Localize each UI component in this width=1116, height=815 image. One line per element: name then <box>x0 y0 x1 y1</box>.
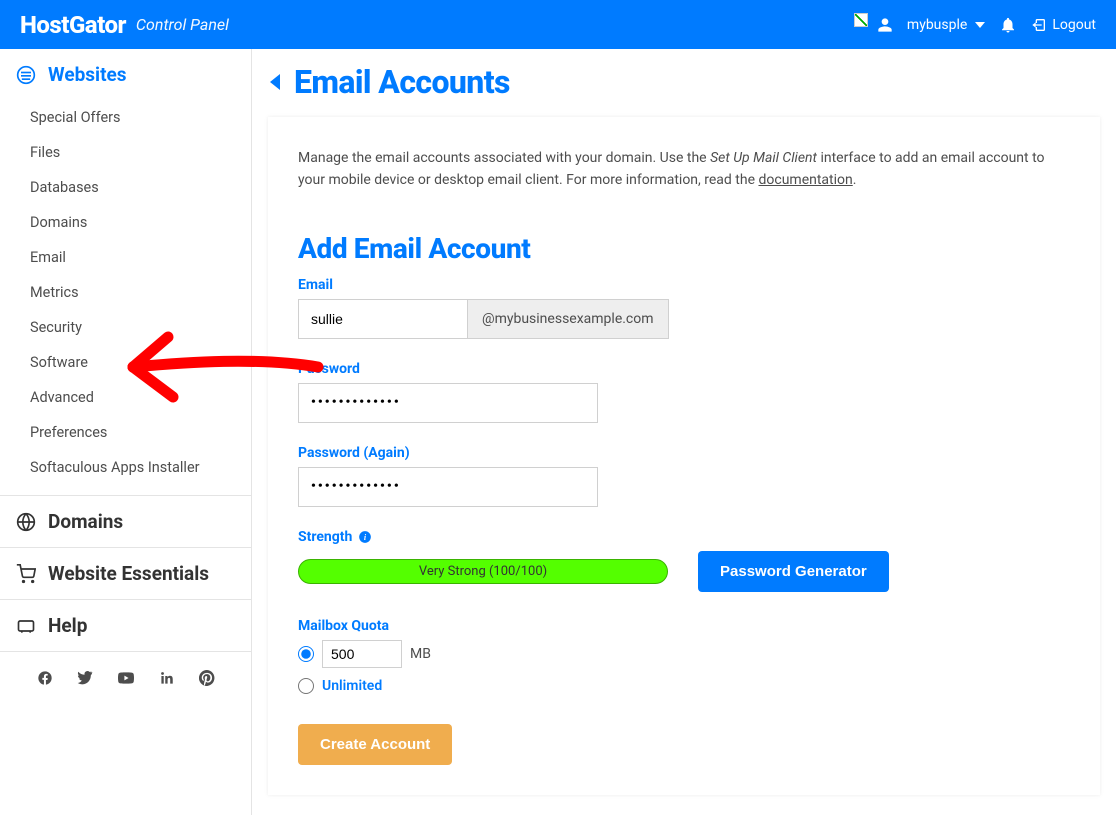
strength-label-text: Strength <box>298 529 352 545</box>
email-field-group: Email @mybusinessexample.com <box>298 277 1070 339</box>
intro-post: . <box>853 172 857 188</box>
sidebar-title: Websites <box>48 63 127 86</box>
quota-option-unlimited: Unlimited <box>298 678 1070 694</box>
twitter-icon[interactable] <box>77 670 93 690</box>
brand-subtitle: Control Panel <box>136 15 229 34</box>
linkedin-icon[interactable] <box>159 670 175 690</box>
social-row <box>0 652 251 708</box>
chevron-down-icon <box>975 22 985 28</box>
sidebar-item-special-offers[interactable]: Special Offers <box>0 100 251 135</box>
strength-group: Strength i Very Strong (100/100) Passwor… <box>298 529 1070 592</box>
sidebar-head-domains[interactable]: Domains <box>0 496 251 547</box>
password-generator-button[interactable]: Password Generator <box>698 551 889 592</box>
intro-text: Manage the email accounts associated wit… <box>298 147 1070 192</box>
sidebar-item-metrics[interactable]: Metrics <box>0 275 251 310</box>
email-name-input[interactable] <box>298 299 468 339</box>
documentation-link[interactable]: documentation <box>758 172 852 188</box>
sidebar-item-databases[interactable]: Databases <box>0 170 251 205</box>
sidebar-title: Website Essentials <box>48 562 209 585</box>
sidebar-item-domains[interactable]: Domains <box>0 205 251 240</box>
quota-option-fixed: MB <box>298 640 1070 668</box>
sidebar-item-email[interactable]: Email <box>0 240 251 275</box>
sidebar-section-domains: Domains <box>0 496 251 548</box>
create-account-button[interactable]: Create Account <box>298 724 452 765</box>
sidebar-title: Domains <box>48 510 123 533</box>
password2-field-group: Password (Again) <box>298 445 1070 507</box>
user-dropdown[interactable]: mybusple <box>907 17 985 33</box>
logout-label: Logout <box>1052 17 1096 33</box>
sidebar-section-websites: Websites Special Offers Files Databases … <box>0 49 251 496</box>
collapse-sidebar-icon[interactable] <box>270 74 280 90</box>
user-icon <box>877 17 893 33</box>
strength-bar: Very Strong (100/100) <box>298 559 668 584</box>
page-title: Email Accounts <box>294 63 510 101</box>
sidebar-section-essentials: Website Essentials <box>0 548 251 600</box>
email-label: Email <box>298 277 1070 293</box>
email-row: @mybusinessexample.com <box>298 299 1070 339</box>
layout: Websites Special Offers Files Databases … <box>0 49 1116 815</box>
add-email-heading: Add Email Account <box>298 232 1070 265</box>
quota-radio-unlimited[interactable] <box>298 678 314 694</box>
sidebar-head-help[interactable]: Help <box>0 600 251 651</box>
sidebar-head-websites[interactable]: Websites <box>0 49 251 100</box>
username-label: mybusple <box>907 17 967 33</box>
quota-radio-fixed[interactable] <box>298 646 314 662</box>
sidebar-item-softaculous[interactable]: Softaculous Apps Installer <box>0 450 251 485</box>
sidebar-items-websites: Special Offers Files Databases Domains E… <box>0 100 251 495</box>
sidebar-item-preferences[interactable]: Preferences <box>0 415 251 450</box>
sidebar-item-software[interactable]: Software <box>0 345 251 380</box>
pinterest-icon[interactable] <box>199 670 215 690</box>
password2-label: Password (Again) <box>298 445 1070 461</box>
bell-icon[interactable] <box>999 16 1017 34</box>
card: Manage the email accounts associated wit… <box>268 117 1100 795</box>
email-domain-box: @mybusinessexample.com <box>468 299 669 339</box>
unlimited-label: Unlimited <box>322 678 382 694</box>
title-row: Email Accounts <box>252 49 1116 117</box>
quota-label: Mailbox Quota <box>298 618 1070 634</box>
sidebar-item-security[interactable]: Security <box>0 310 251 345</box>
mb-label: MB <box>410 646 431 662</box>
sidebar-title: Help <box>48 614 87 637</box>
quota-value-input[interactable] <box>322 640 402 668</box>
password-input[interactable] <box>298 383 598 423</box>
content: Email Accounts Manage the email accounts… <box>252 49 1116 815</box>
intro-pre: Manage the email accounts associated wit… <box>298 150 710 166</box>
brand-logo: HostGator <box>20 11 126 39</box>
strength-label: Strength i <box>298 529 1070 545</box>
sidebar-item-files[interactable]: Files <box>0 135 251 170</box>
youtube-icon[interactable] <box>117 670 135 690</box>
sidebar: Websites Special Offers Files Databases … <box>0 49 252 815</box>
intro-em: Set Up Mail Client <box>710 150 817 166</box>
password-label: Password <box>298 361 1070 377</box>
top-header: HostGator Control Panel mybusple Logout <box>0 0 1116 49</box>
password-field-group: Password <box>298 361 1070 423</box>
header-right: mybusple Logout <box>854 13 1096 37</box>
quota-group: Mailbox Quota MB Unlimited <box>298 618 1070 694</box>
info-icon[interactable]: i <box>358 530 372 544</box>
sidebar-item-advanced[interactable]: Advanced <box>0 380 251 415</box>
sidebar-section-help: Help <box>0 600 251 652</box>
broken-image-icon <box>854 13 868 27</box>
logout-link[interactable]: Logout <box>1031 17 1096 33</box>
header-left: HostGator Control Panel <box>20 11 229 39</box>
password2-input[interactable] <box>298 467 598 507</box>
strength-row: Very Strong (100/100) Password Generator <box>298 551 1070 592</box>
facebook-icon[interactable] <box>37 670 53 690</box>
sidebar-head-essentials[interactable]: Website Essentials <box>0 548 251 599</box>
